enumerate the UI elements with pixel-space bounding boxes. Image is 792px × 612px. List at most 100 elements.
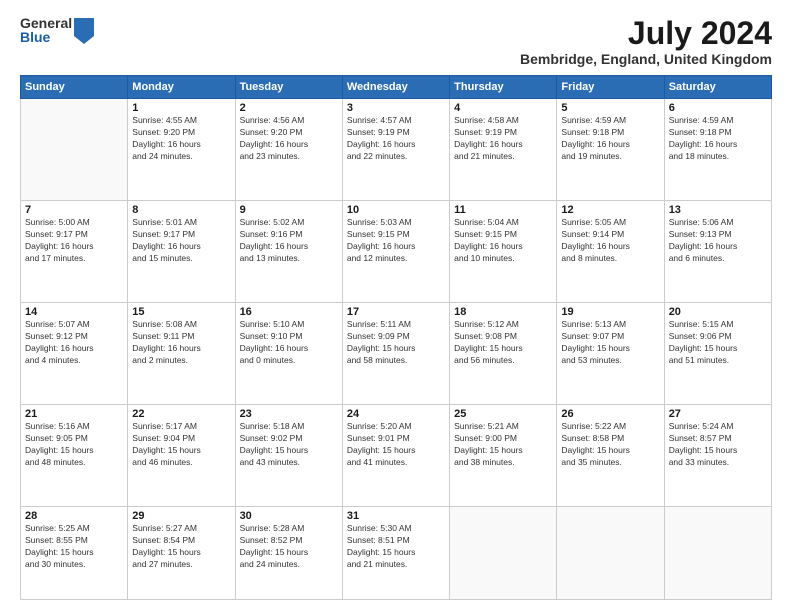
table-row: 3Sunrise: 4:57 AMSunset: 9:19 PMDaylight… <box>342 99 449 201</box>
logo: General Blue <box>20 16 94 44</box>
table-row: 27Sunrise: 5:24 AMSunset: 8:57 PMDayligh… <box>664 405 771 507</box>
day-number: 29 <box>132 510 230 522</box>
day-number: 6 <box>669 102 767 114</box>
day-number: 7 <box>25 204 123 216</box>
day-number: 5 <box>561 102 659 114</box>
day-info: Sunrise: 4:59 AMSunset: 9:18 PMDaylight:… <box>669 115 767 163</box>
table-row: 13Sunrise: 5:06 AMSunset: 9:13 PMDayligh… <box>664 201 771 303</box>
title-section: July 2024 Bembridge, England, United Kin… <box>520 16 772 67</box>
day-info: Sunrise: 5:03 AMSunset: 9:15 PMDaylight:… <box>347 217 445 265</box>
day-number: 4 <box>454 102 552 114</box>
table-row: 18Sunrise: 5:12 AMSunset: 9:08 PMDayligh… <box>450 303 557 405</box>
table-row: 11Sunrise: 5:04 AMSunset: 9:15 PMDayligh… <box>450 201 557 303</box>
day-info: Sunrise: 4:57 AMSunset: 9:19 PMDaylight:… <box>347 115 445 163</box>
table-row: 22Sunrise: 5:17 AMSunset: 9:04 PMDayligh… <box>128 405 235 507</box>
day-info: Sunrise: 5:22 AMSunset: 8:58 PMDaylight:… <box>561 421 659 469</box>
day-number: 27 <box>669 408 767 420</box>
table-row: 7Sunrise: 5:00 AMSunset: 9:17 PMDaylight… <box>21 201 128 303</box>
day-info: Sunrise: 4:59 AMSunset: 9:18 PMDaylight:… <box>561 115 659 163</box>
day-number: 1 <box>132 102 230 114</box>
day-info: Sunrise: 5:30 AMSunset: 8:51 PMDaylight:… <box>347 523 445 571</box>
day-info: Sunrise: 5:27 AMSunset: 8:54 PMDaylight:… <box>132 523 230 571</box>
header-saturday: Saturday <box>664 76 771 99</box>
page: General Blue July 2024 Bembridge, Englan… <box>0 0 792 612</box>
day-info: Sunrise: 5:11 AMSunset: 9:09 PMDaylight:… <box>347 319 445 367</box>
day-info: Sunrise: 5:13 AMSunset: 9:07 PMDaylight:… <box>561 319 659 367</box>
day-number: 30 <box>240 510 338 522</box>
table-row <box>450 507 557 600</box>
table-row: 1Sunrise: 4:55 AMSunset: 9:20 PMDaylight… <box>128 99 235 201</box>
day-info: Sunrise: 5:06 AMSunset: 9:13 PMDaylight:… <box>669 217 767 265</box>
header-wednesday: Wednesday <box>342 76 449 99</box>
table-row: 6Sunrise: 4:59 AMSunset: 9:18 PMDaylight… <box>664 99 771 201</box>
table-row: 24Sunrise: 5:20 AMSunset: 9:01 PMDayligh… <box>342 405 449 507</box>
header: General Blue July 2024 Bembridge, Englan… <box>20 16 772 67</box>
day-number: 22 <box>132 408 230 420</box>
day-number: 2 <box>240 102 338 114</box>
day-number: 13 <box>669 204 767 216</box>
day-info: Sunrise: 5:08 AMSunset: 9:11 PMDaylight:… <box>132 319 230 367</box>
table-row: 10Sunrise: 5:03 AMSunset: 9:15 PMDayligh… <box>342 201 449 303</box>
day-info: Sunrise: 5:21 AMSunset: 9:00 PMDaylight:… <box>454 421 552 469</box>
day-info: Sunrise: 5:24 AMSunset: 8:57 PMDaylight:… <box>669 421 767 469</box>
day-info: Sunrise: 5:20 AMSunset: 9:01 PMDaylight:… <box>347 421 445 469</box>
day-number: 21 <box>25 408 123 420</box>
day-number: 10 <box>347 204 445 216</box>
table-row: 28Sunrise: 5:25 AMSunset: 8:55 PMDayligh… <box>21 507 128 600</box>
logo-icon <box>74 18 94 44</box>
calendar-week-row: 7Sunrise: 5:00 AMSunset: 9:17 PMDaylight… <box>21 201 772 303</box>
day-number: 28 <box>25 510 123 522</box>
day-info: Sunrise: 5:05 AMSunset: 9:14 PMDaylight:… <box>561 217 659 265</box>
day-info: Sunrise: 5:16 AMSunset: 9:05 PMDaylight:… <box>25 421 123 469</box>
day-info: Sunrise: 5:12 AMSunset: 9:08 PMDaylight:… <box>454 319 552 367</box>
day-info: Sunrise: 5:18 AMSunset: 9:02 PMDaylight:… <box>240 421 338 469</box>
day-info: Sunrise: 5:15 AMSunset: 9:06 PMDaylight:… <box>669 319 767 367</box>
day-number: 19 <box>561 306 659 318</box>
day-number: 16 <box>240 306 338 318</box>
month-year-title: July 2024 <box>520 16 772 51</box>
table-row <box>664 507 771 600</box>
table-row <box>21 99 128 201</box>
location-title: Bembridge, England, United Kingdom <box>520 51 772 67</box>
table-row: 25Sunrise: 5:21 AMSunset: 9:00 PMDayligh… <box>450 405 557 507</box>
table-row: 8Sunrise: 5:01 AMSunset: 9:17 PMDaylight… <box>128 201 235 303</box>
day-number: 20 <box>669 306 767 318</box>
day-info: Sunrise: 4:58 AMSunset: 9:19 PMDaylight:… <box>454 115 552 163</box>
header-monday: Monday <box>128 76 235 99</box>
table-row: 23Sunrise: 5:18 AMSunset: 9:02 PMDayligh… <box>235 405 342 507</box>
logo-blue: Blue <box>20 30 72 44</box>
table-row: 31Sunrise: 5:30 AMSunset: 8:51 PMDayligh… <box>342 507 449 600</box>
table-row: 14Sunrise: 5:07 AMSunset: 9:12 PMDayligh… <box>21 303 128 405</box>
header-thursday: Thursday <box>450 76 557 99</box>
day-info: Sunrise: 4:56 AMSunset: 9:20 PMDaylight:… <box>240 115 338 163</box>
day-info: Sunrise: 5:25 AMSunset: 8:55 PMDaylight:… <box>25 523 123 571</box>
table-row: 5Sunrise: 4:59 AMSunset: 9:18 PMDaylight… <box>557 99 664 201</box>
day-number: 8 <box>132 204 230 216</box>
table-row: 12Sunrise: 5:05 AMSunset: 9:14 PMDayligh… <box>557 201 664 303</box>
table-row: 30Sunrise: 5:28 AMSunset: 8:52 PMDayligh… <box>235 507 342 600</box>
day-number: 15 <box>132 306 230 318</box>
day-info: Sunrise: 5:02 AMSunset: 9:16 PMDaylight:… <box>240 217 338 265</box>
day-number: 31 <box>347 510 445 522</box>
header-friday: Friday <box>557 76 664 99</box>
day-number: 25 <box>454 408 552 420</box>
table-row: 20Sunrise: 5:15 AMSunset: 9:06 PMDayligh… <box>664 303 771 405</box>
header-sunday: Sunday <box>21 76 128 99</box>
day-number: 24 <box>347 408 445 420</box>
table-row: 26Sunrise: 5:22 AMSunset: 8:58 PMDayligh… <box>557 405 664 507</box>
calendar-week-row: 21Sunrise: 5:16 AMSunset: 9:05 PMDayligh… <box>21 405 772 507</box>
day-info: Sunrise: 4:55 AMSunset: 9:20 PMDaylight:… <box>132 115 230 163</box>
day-info: Sunrise: 5:07 AMSunset: 9:12 PMDaylight:… <box>25 319 123 367</box>
calendar-week-row: 14Sunrise: 5:07 AMSunset: 9:12 PMDayligh… <box>21 303 772 405</box>
day-info: Sunrise: 5:10 AMSunset: 9:10 PMDaylight:… <box>240 319 338 367</box>
day-number: 12 <box>561 204 659 216</box>
table-row: 9Sunrise: 5:02 AMSunset: 9:16 PMDaylight… <box>235 201 342 303</box>
calendar-table: Sunday Monday Tuesday Wednesday Thursday… <box>20 75 772 600</box>
day-number: 23 <box>240 408 338 420</box>
day-info: Sunrise: 5:00 AMSunset: 9:17 PMDaylight:… <box>25 217 123 265</box>
day-number: 26 <box>561 408 659 420</box>
calendar-header-row: Sunday Monday Tuesday Wednesday Thursday… <box>21 76 772 99</box>
table-row: 19Sunrise: 5:13 AMSunset: 9:07 PMDayligh… <box>557 303 664 405</box>
day-number: 11 <box>454 204 552 216</box>
day-number: 3 <box>347 102 445 114</box>
